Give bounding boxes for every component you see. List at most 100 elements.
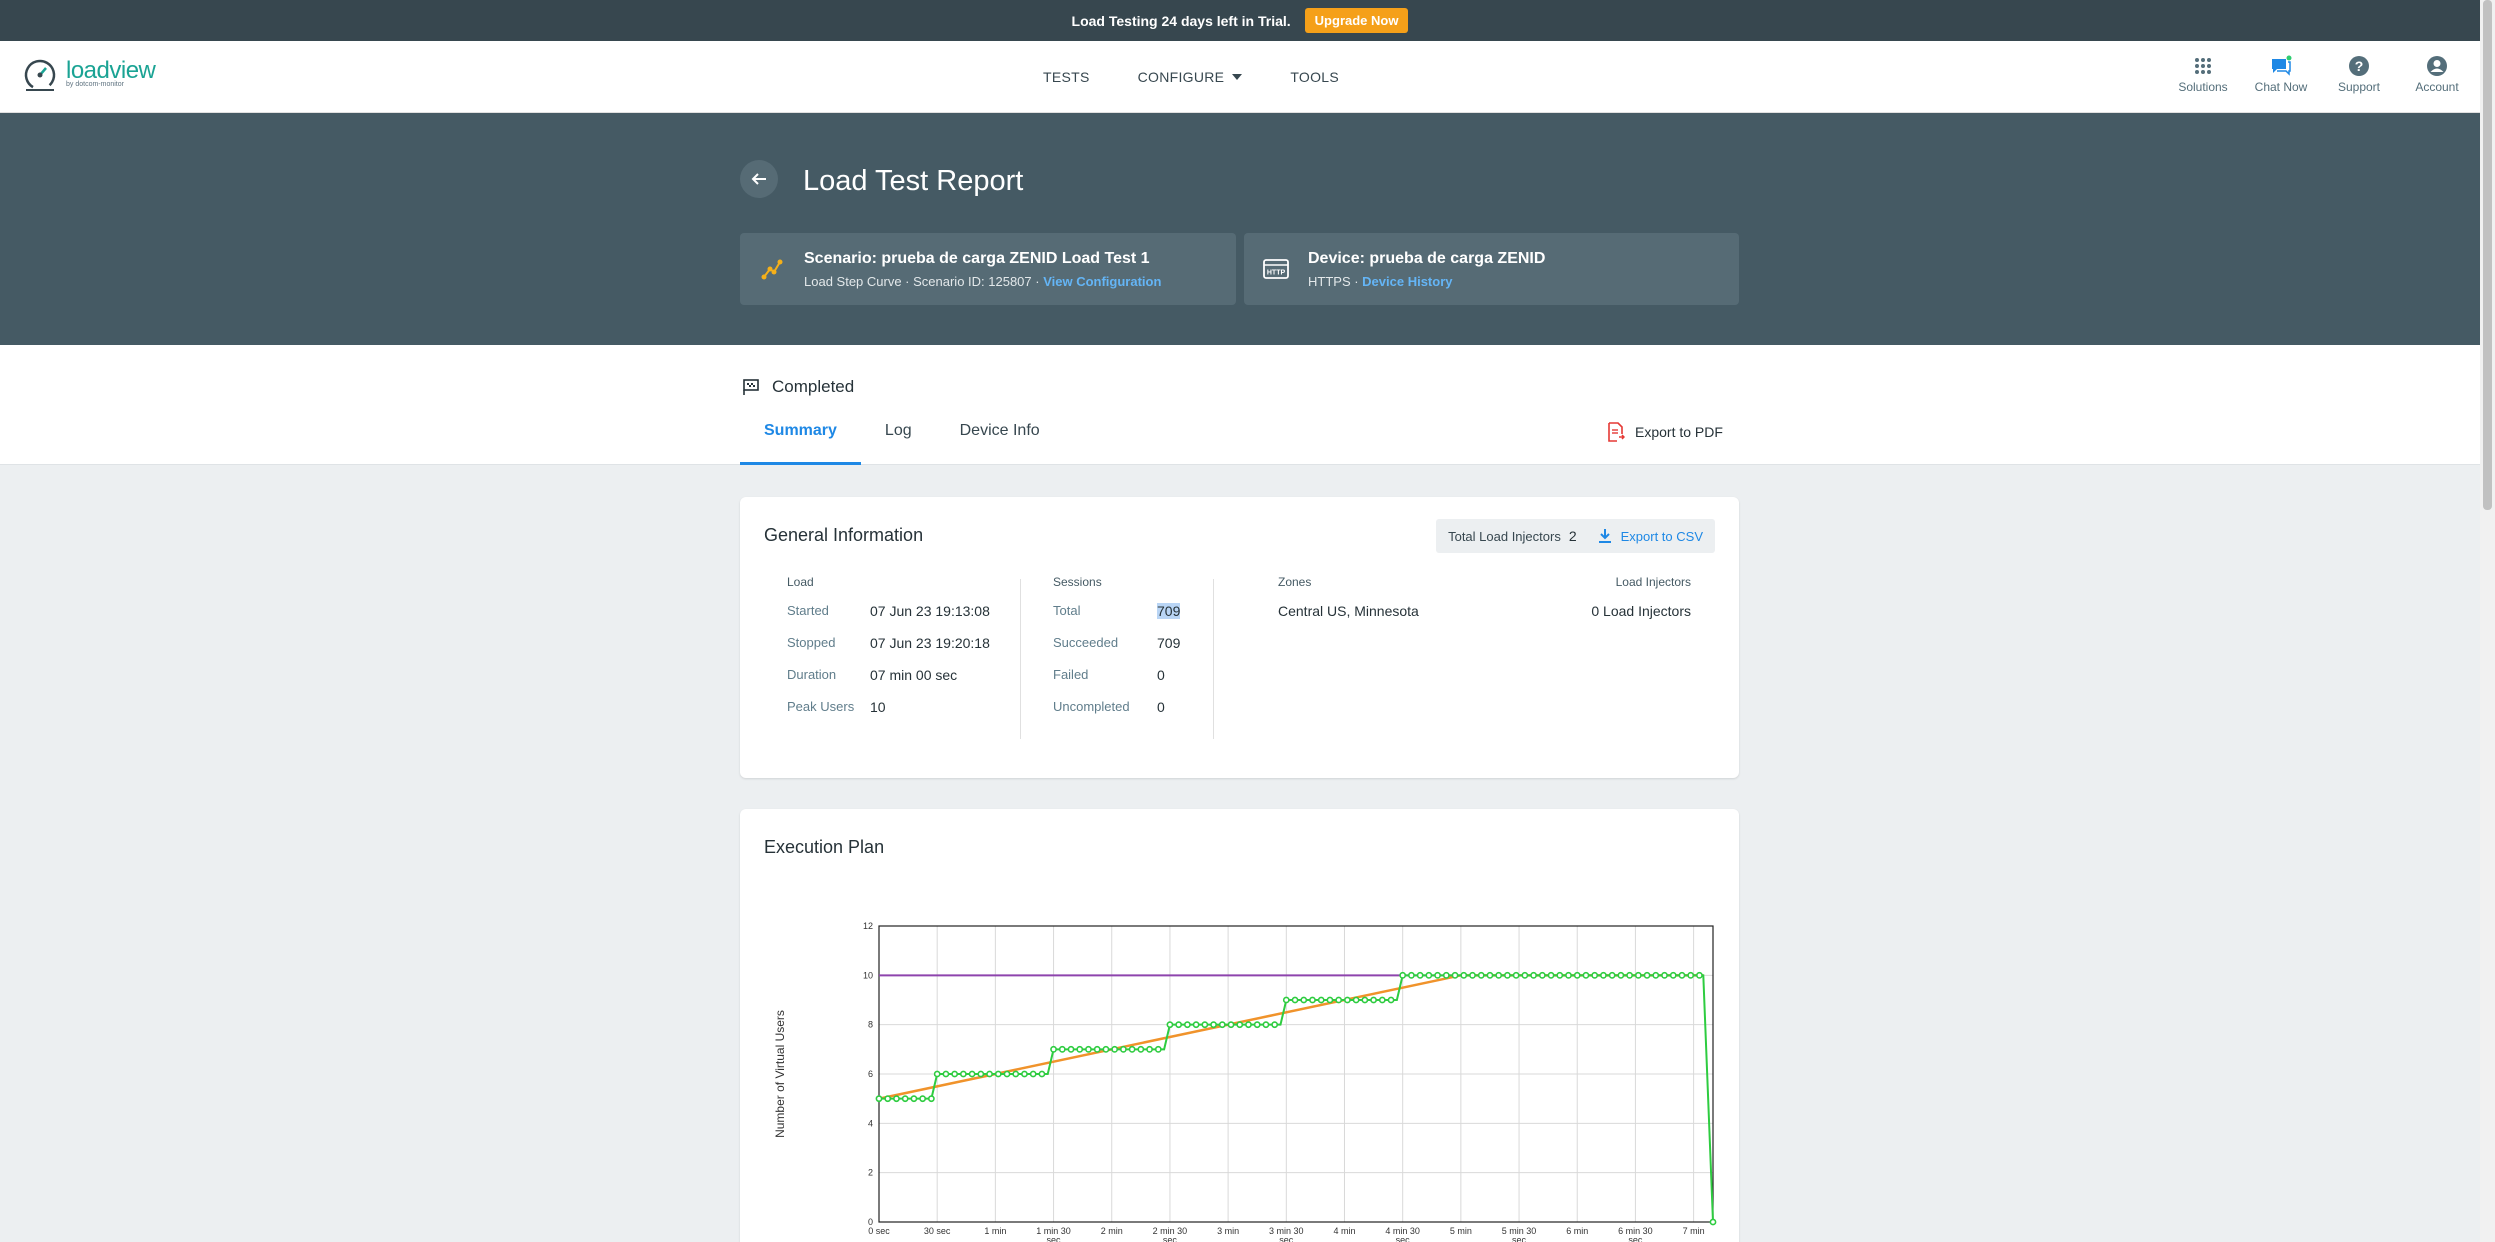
logo[interactable]: loadview by dotcom-monitor xyxy=(22,57,156,93)
execution-plan-chart: 0246810120 sec 30 sec 1 min 1 min 30sec2 mi… xyxy=(773,921,1717,1242)
data-point xyxy=(1183,1021,1191,1029)
page-scrollbar[interactable] xyxy=(2480,0,2495,1242)
load-injectors-heading: Load Injectors xyxy=(1615,575,1691,589)
scenario-title: Scenario: prueba de carga ZENID Load Tes… xyxy=(804,249,1150,267)
load-label: Peak Users xyxy=(787,699,855,714)
zone-value: Central US, Minnesota xyxy=(1278,603,1419,619)
data-point xyxy=(1128,1045,1136,1053)
data-point xyxy=(1067,1045,1075,1053)
data-point xyxy=(1076,1045,1084,1053)
solutions-label: Solutions xyxy=(2178,80,2228,94)
trial-text: Load Testing 24 days left in Trial. xyxy=(1071,12,1291,29)
chat-now-label: Chat Now xyxy=(2254,80,2308,94)
x-tick-label: 6 min xyxy=(1566,1226,1588,1236)
export-pdf-button[interactable]: Export to PDF xyxy=(1607,422,1723,442)
data-point xyxy=(1696,971,1703,979)
data-point xyxy=(1175,1021,1183,1029)
data-point xyxy=(1709,1218,1717,1226)
sessions-label: Total xyxy=(1053,603,1081,618)
y-tick-label: 6 xyxy=(868,1069,873,1079)
load-value: 07 min 00 sec xyxy=(870,667,958,683)
series-line-actual xyxy=(879,974,1714,1223)
tab-log[interactable]: Log xyxy=(861,419,936,465)
data-point xyxy=(1661,971,1668,979)
report-tabs: Summary Log Device Info xyxy=(740,419,1064,465)
data-point xyxy=(986,1070,993,1078)
load-value: 10 xyxy=(870,699,886,715)
data-point xyxy=(1245,1021,1252,1029)
data-point xyxy=(1408,971,1415,979)
data-point xyxy=(1582,971,1590,979)
data-point xyxy=(1399,971,1407,979)
x-tick-label: 1 min xyxy=(984,1226,1006,1236)
svg-text:HTTP: HTTP xyxy=(1267,270,1286,277)
tab-summary[interactable]: Summary xyxy=(740,419,861,465)
sessions-column: Sessions Total 709 Succeeded 709 Failed 0 U… xyxy=(1053,575,1213,731)
data-point xyxy=(1309,996,1316,1004)
data-point xyxy=(1012,1070,1020,1078)
data-point xyxy=(1137,1045,1145,1053)
x-tick-label: sec xyxy=(1396,1235,1411,1242)
flag-icon xyxy=(743,379,759,395)
data-point xyxy=(1050,1045,1057,1053)
execution-plan-card: Execution Plan 0 2 4 6 8 10 12 0 sec 30 sec 1 min… xyxy=(740,809,1739,1242)
data-point xyxy=(1387,996,1395,1004)
sessions-value: 709 xyxy=(1157,603,1181,619)
data-point xyxy=(1460,971,1468,979)
upgrade-now-button[interactable]: Upgrade Now xyxy=(1304,8,1409,33)
data-point xyxy=(927,1095,935,1103)
export-csv-link[interactable]: Export to CSV xyxy=(1621,529,1703,544)
nav-configure[interactable]: CONFIGURE xyxy=(1138,69,1243,85)
load-label: Stopped xyxy=(787,635,836,650)
data-point xyxy=(1608,971,1616,979)
x-tick-label: 0 sec xyxy=(868,1226,890,1236)
scrollbar-thumb[interactable] xyxy=(2483,0,2492,510)
data-point xyxy=(1573,971,1581,979)
sessions-row-failed: Failed 0 xyxy=(1053,667,1213,699)
solutions-button[interactable]: Solutions xyxy=(2178,55,2228,94)
data-point xyxy=(1469,971,1476,979)
support-label: Support xyxy=(2337,80,2381,94)
data-point xyxy=(1201,1021,1209,1029)
data-point xyxy=(1335,996,1343,1004)
nav-tools[interactable]: TOOLS xyxy=(1290,69,1339,85)
data-point xyxy=(1378,996,1386,1004)
x-tick-label: 4 min xyxy=(1333,1226,1355,1236)
data-point xyxy=(1352,996,1360,1004)
status-text: Completed xyxy=(772,377,855,396)
data-point xyxy=(1512,971,1520,979)
device-meta: HTTPS · xyxy=(1308,273,1363,289)
data-point xyxy=(893,1095,900,1103)
data-point xyxy=(1486,971,1494,979)
zones-heading: Zones xyxy=(1278,575,1312,589)
x-tick-label: 3 min xyxy=(1217,1226,1239,1236)
data-point xyxy=(1538,971,1546,979)
account-button[interactable]: Account xyxy=(2412,55,2462,94)
svg-text:?: ? xyxy=(2355,58,2364,74)
data-point xyxy=(1166,1021,1174,1029)
logo-word: loadview xyxy=(66,57,156,84)
device-title: Device: prueba de carga ZENID xyxy=(1308,249,1546,267)
total-load-injectors-label: Total Load Injectors xyxy=(1448,528,1561,544)
data-point xyxy=(1477,971,1485,979)
status-row: Completed xyxy=(742,377,854,397)
support-button[interactable]: ? Support xyxy=(2334,55,2384,94)
nav-tests[interactable]: TESTS xyxy=(1043,69,1090,85)
data-point xyxy=(1146,1045,1153,1053)
back-button[interactable] xyxy=(740,160,778,198)
tab-device-info[interactable]: Device Info xyxy=(936,419,1064,465)
top-nav: loadview by dotcom-monitor TESTS CONFIGU… xyxy=(0,41,2480,113)
x-tick-label: sec xyxy=(1279,1235,1294,1242)
data-point xyxy=(919,1095,927,1103)
data-point xyxy=(1504,971,1511,979)
chat-now-button[interactable]: Chat Now xyxy=(2254,55,2308,94)
x-tick-label: sec xyxy=(1163,1235,1178,1242)
data-point xyxy=(1600,971,1607,979)
sessions-value: 0 xyxy=(1157,699,1165,715)
device-history-link[interactable]: Device History xyxy=(1362,274,1452,289)
column-divider xyxy=(1213,579,1214,739)
load-heading: Load xyxy=(787,575,814,589)
data-point xyxy=(1495,971,1503,979)
view-configuration-link[interactable]: View Configuration xyxy=(1043,274,1161,289)
page-title: Load Test Report xyxy=(803,165,1024,197)
